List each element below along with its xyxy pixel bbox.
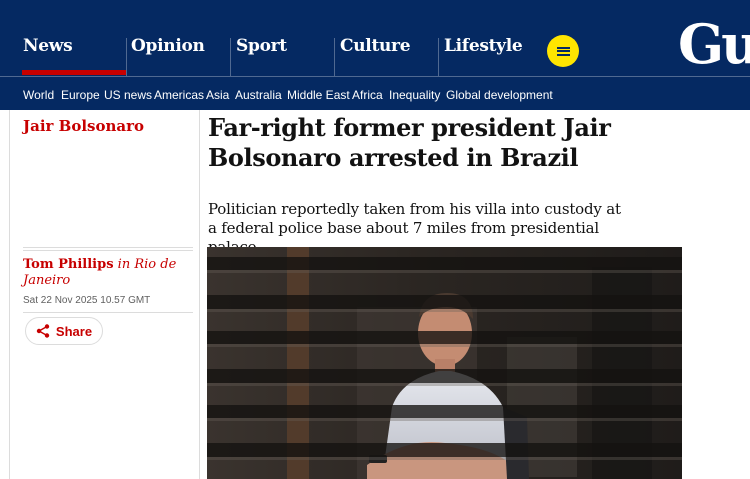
subnav-item-global-development[interactable]: Global development — [446, 88, 553, 102]
menu-button[interactable] — [547, 35, 579, 67]
nav-pillar-opinion[interactable]: Opinion — [131, 36, 205, 56]
article-headline: Far-right former president Jair Bolsonar… — [208, 113, 611, 172]
subnav-item-americas[interactable]: Americas — [154, 88, 204, 102]
subnav-item-asia[interactable]: Asia — [206, 88, 229, 102]
nav-pillar-culture[interactable]: Culture — [340, 36, 411, 56]
share-label: Share — [55, 323, 93, 339]
active-pillar-indicator — [22, 70, 126, 75]
nav-pillar-news[interactable]: News — [23, 36, 73, 56]
meta-divider — [23, 312, 193, 313]
nav-pillar-lifestyle[interactable]: Lifestyle — [444, 36, 523, 56]
section-link[interactable]: Jair Bolsonaro — [23, 117, 144, 135]
column-divider — [199, 110, 200, 479]
logo-text: Gu — [678, 12, 750, 76]
nav-divider — [438, 38, 439, 76]
author-link[interactable]: Tom Phillips — [23, 257, 114, 272]
nav-divider — [334, 38, 335, 76]
share-button[interactable]: Share — [25, 317, 103, 345]
subnav-item-africa[interactable]: Africa — [352, 88, 383, 102]
hamburger-menu-icon — [556, 46, 570, 56]
guardian-logo[interactable]: Gu — [676, 0, 750, 76]
column-divider — [9, 110, 10, 479]
subnav-item-australia[interactable]: Australia — [235, 88, 282, 102]
meta-divider — [23, 247, 193, 251]
share-icon — [36, 324, 50, 338]
nav-divider — [126, 38, 127, 76]
sub-navigation: World Europe US news Americas Asia Austr… — [0, 76, 750, 110]
article-main-photo — [207, 247, 682, 479]
top-navigation: News Opinion Sport Culture Lifestyle Gu — [0, 0, 750, 76]
nav-divider — [230, 38, 231, 76]
subnav-item-middle-east[interactable]: Middle East — [287, 88, 350, 102]
subnav-item-inequality[interactable]: Inequality — [389, 88, 440, 102]
byline-location-prefix: in — [117, 257, 131, 272]
subnav-item-world[interactable]: World — [23, 88, 54, 102]
byline: Tom Phillips in Rio de Janeiro — [23, 257, 191, 289]
publication-date: Sat 22 Nov 2025 10.57 GMT — [23, 295, 151, 306]
nav-pillar-sport[interactable]: Sport — [236, 36, 287, 56]
subnav-item-us-news[interactable]: US news — [104, 88, 152, 102]
photo-illustration — [207, 247, 682, 479]
subnav-item-europe[interactable]: Europe — [61, 88, 100, 102]
